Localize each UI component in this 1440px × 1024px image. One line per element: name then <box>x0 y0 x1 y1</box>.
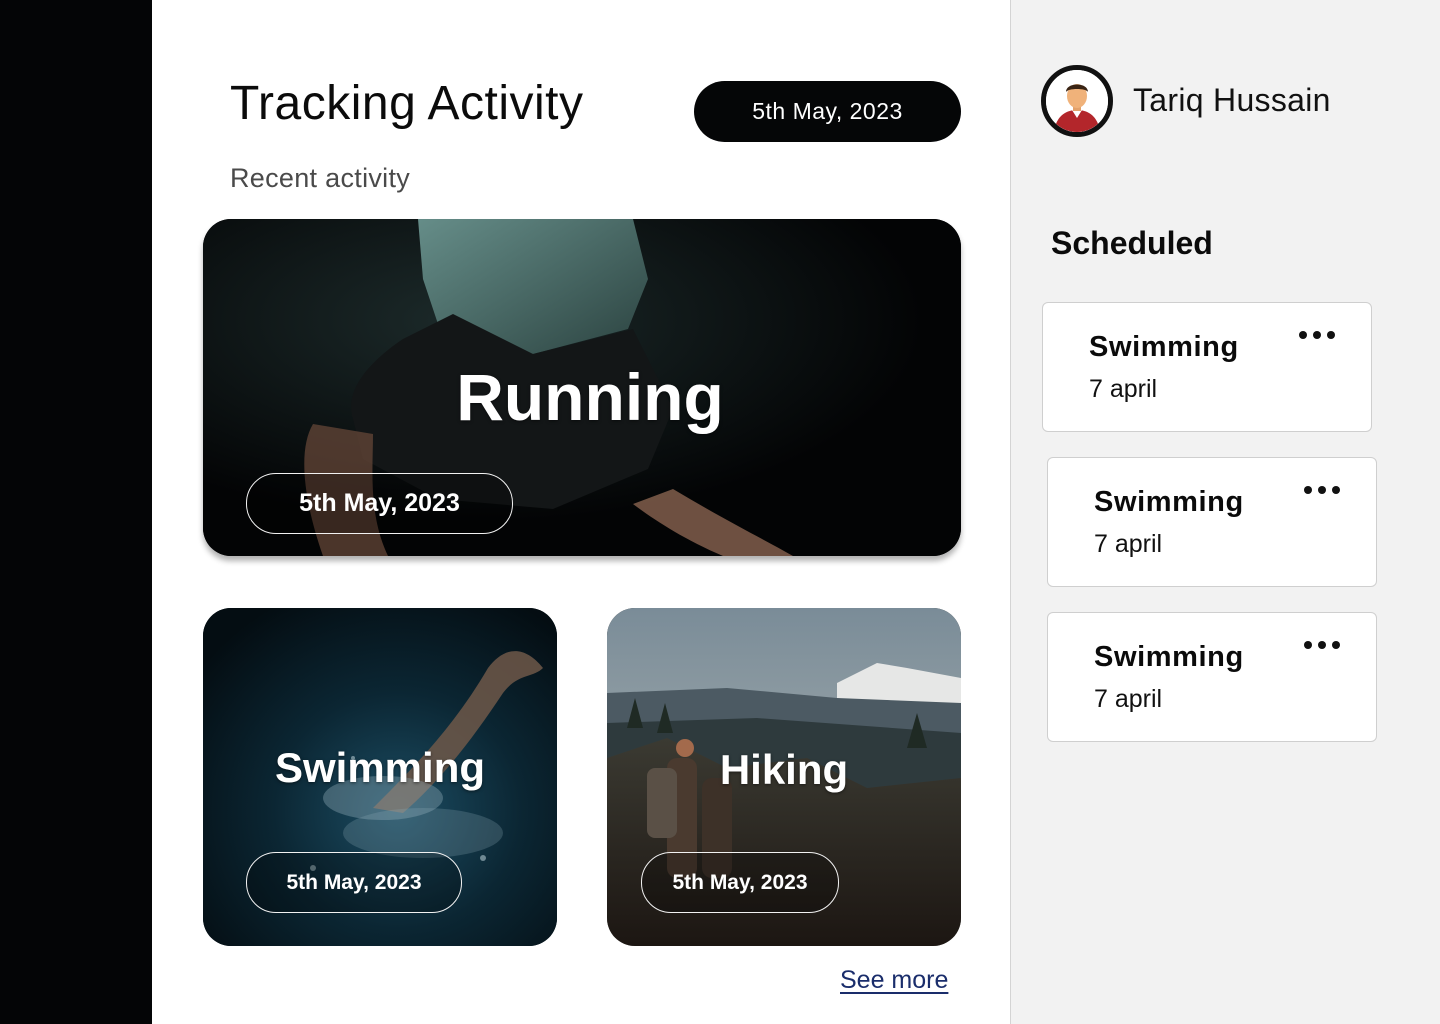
left-rail <box>0 0 152 1024</box>
user-name: Tariq Hussain <box>1133 82 1331 118</box>
page-title: Tracking Activity <box>230 77 584 130</box>
activity-card-running[interactable]: Running 5th May, 2023 <box>203 219 961 556</box>
scheduled-item-date: 7 april <box>1094 685 1163 713</box>
activity-date-pill[interactable]: 5th May, 2023 <box>246 852 462 913</box>
scheduled-item-title: Swimming <box>1089 331 1239 363</box>
activity-date-pill[interactable]: 5th May, 2023 <box>246 473 513 534</box>
scheduled-item-date: 7 april <box>1094 530 1163 558</box>
main-content: Tracking Activity 5th May, 2023 Recent a… <box>152 0 1010 1024</box>
activity-title: Swimming <box>274 744 486 791</box>
see-more-link[interactable]: See more <box>840 966 948 995</box>
scheduled-item[interactable]: Swimming 7 april <box>1047 612 1377 742</box>
scheduled-item[interactable]: Swimming 7 april <box>1042 302 1372 432</box>
scheduled-item[interactable]: Swimming 7 april <box>1047 457 1377 587</box>
activity-card-hiking[interactable]: Hiking 5th May, 2023 <box>607 608 961 946</box>
more-options-icon[interactable] <box>1299 327 1335 343</box>
more-options-icon[interactable] <box>1304 637 1340 653</box>
right-sidebar: Tariq Hussain Scheduled Swimming 7 april… <box>1010 0 1440 1024</box>
scheduled-item-title: Swimming <box>1094 486 1244 518</box>
scheduled-heading: Scheduled <box>1051 225 1213 261</box>
section-subtitle: Recent activity <box>230 163 411 193</box>
activity-card-swimming[interactable]: Swimming 5th May, 2023 <box>203 608 557 946</box>
user-avatar-icon <box>1046 70 1108 132</box>
scheduled-item-date: 7 april <box>1089 375 1158 403</box>
activity-title: Hiking <box>719 746 849 793</box>
more-options-icon[interactable] <box>1304 482 1340 498</box>
avatar[interactable] <box>1041 65 1113 137</box>
date-selector-button[interactable]: 5th May, 2023 <box>694 81 961 142</box>
activity-title: Running <box>456 360 724 434</box>
activity-date-pill[interactable]: 5th May, 2023 <box>641 852 839 913</box>
scheduled-item-title: Swimming <box>1094 641 1244 673</box>
